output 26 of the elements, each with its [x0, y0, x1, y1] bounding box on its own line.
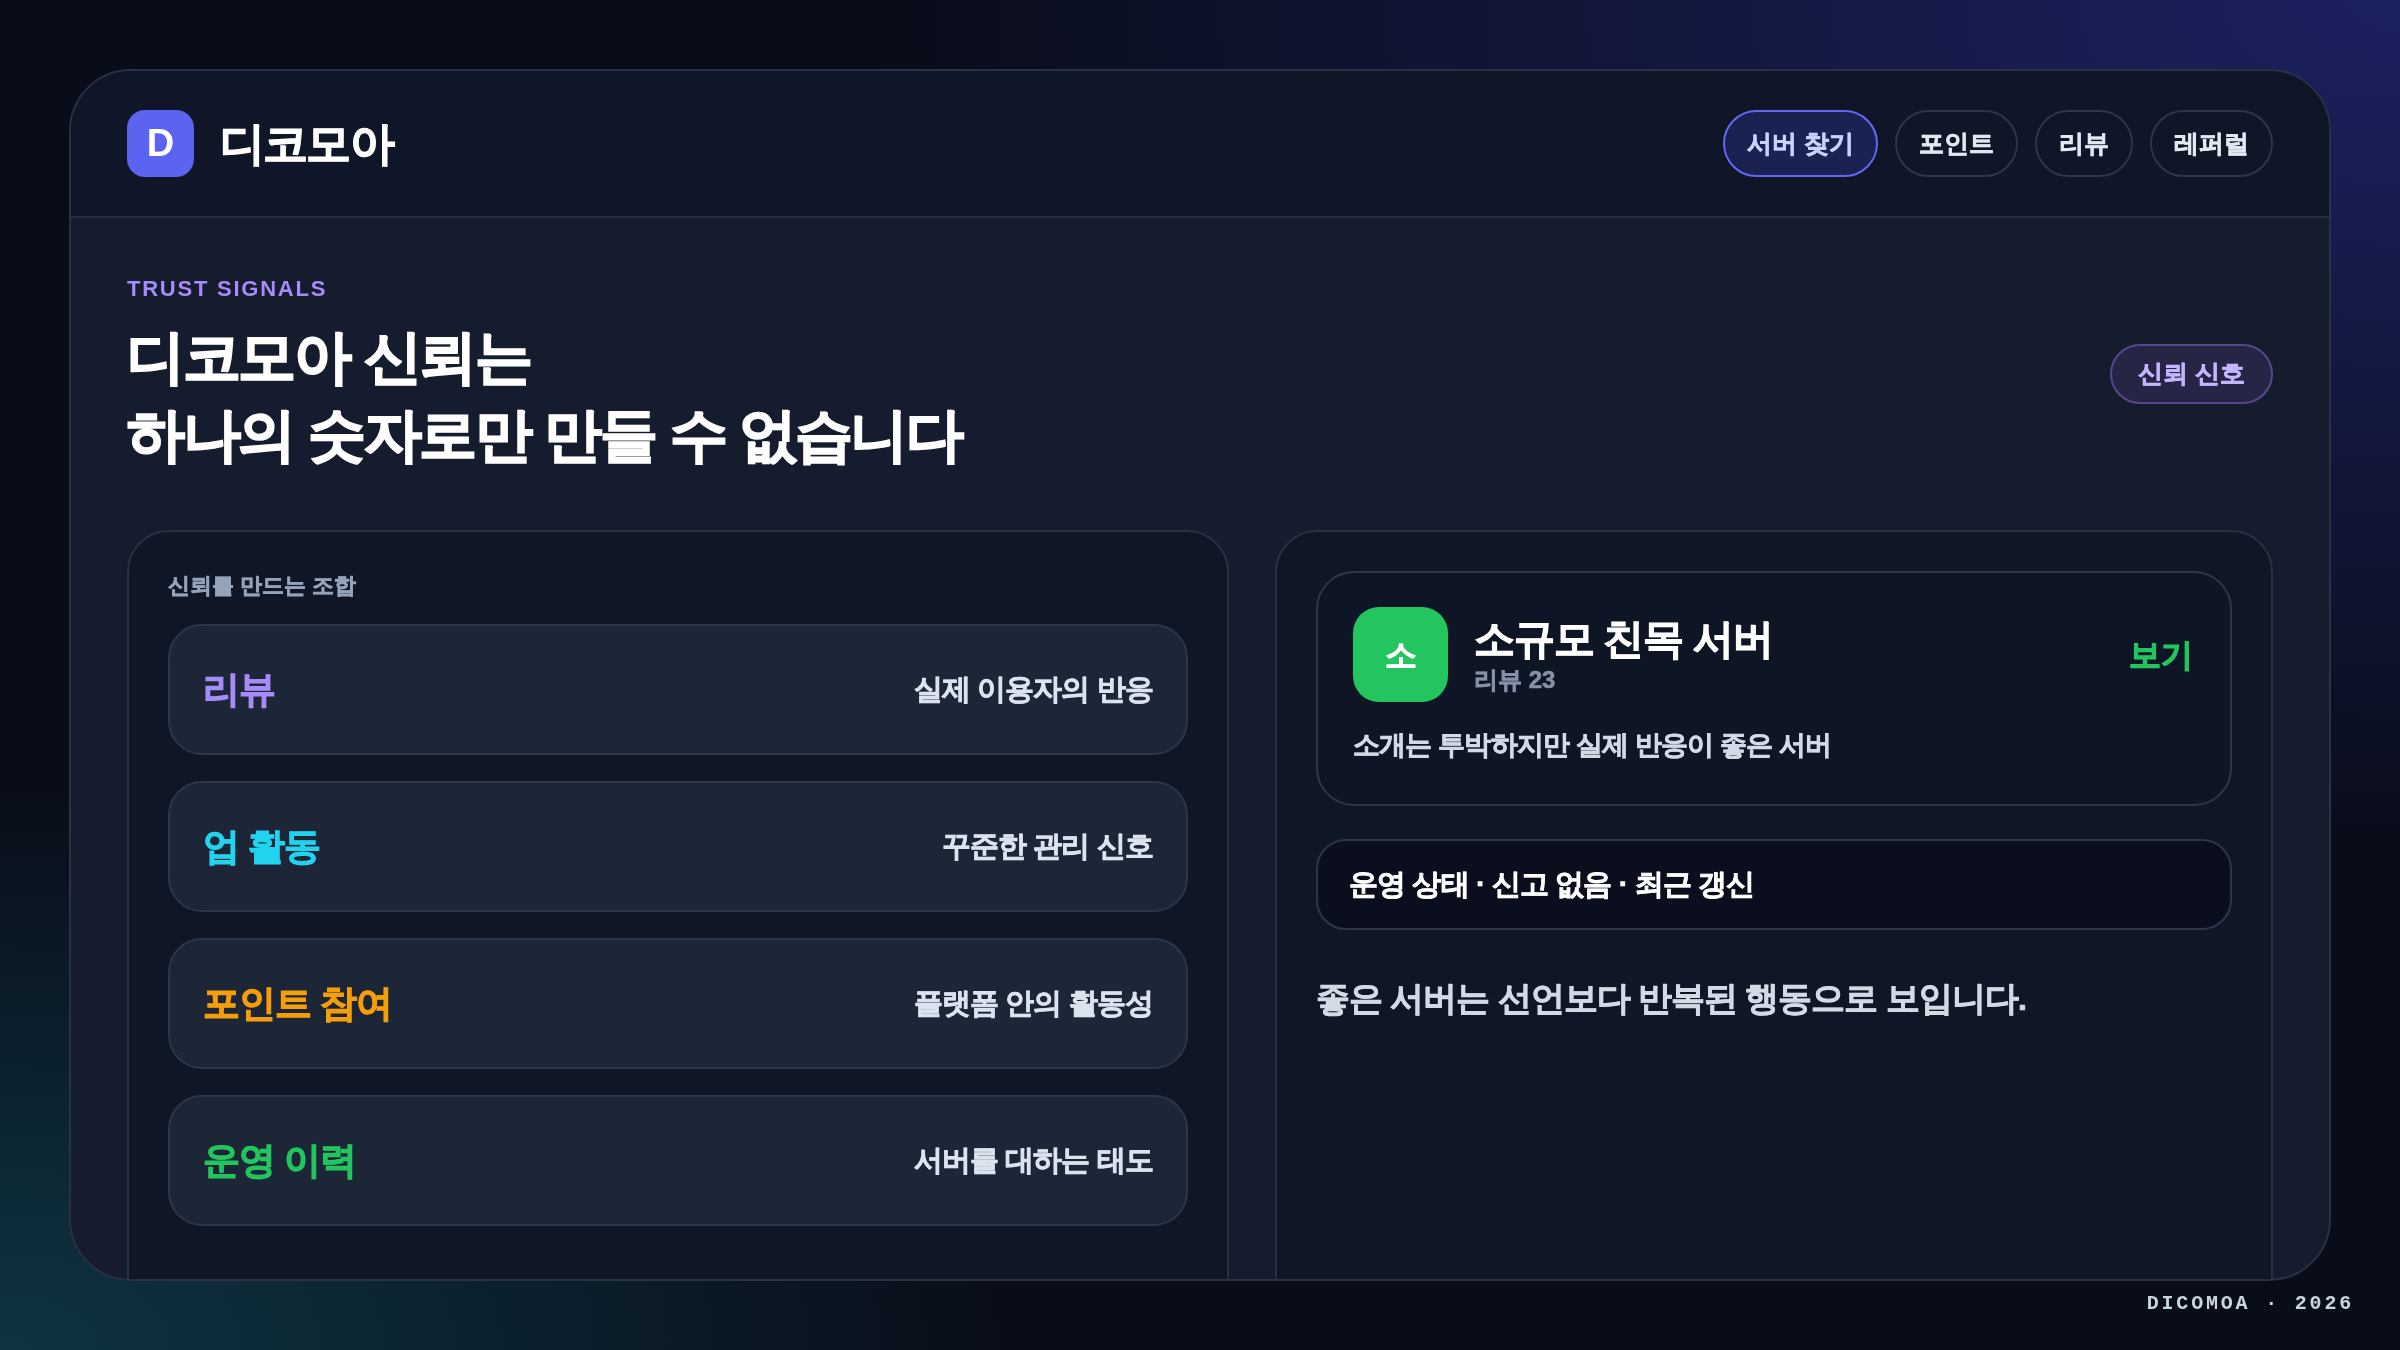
signal-description: 실제 이용자의 반응	[913, 671, 1153, 707]
status-text: 운영 상태 · 신고 없음 · 최근 갱신	[1349, 866, 1755, 902]
server-avatar: 소	[1353, 607, 1448, 702]
signal-label: 업 활동	[203, 824, 320, 869]
nav-tab[interactable]: 레퍼럴	[2150, 110, 2273, 177]
section-tag: 신뢰 신호	[2110, 344, 2273, 404]
nav-tab[interactable]: 포인트	[1895, 110, 2018, 177]
nav-tab[interactable]: 서버 찾기	[1723, 110, 1878, 177]
view-link[interactable]: 보기	[2129, 630, 2193, 679]
note-text: 좋은 서버는 선언보다 반복된 행동으로 보입니다.	[1316, 978, 2028, 1019]
signal-description: 꾸준한 관리 신호	[941, 828, 1153, 864]
eyebrow-label: TRUST SIGNALS	[127, 275, 329, 303]
footer-text: DICOMOA · 2026	[2146, 1291, 2354, 1317]
server-description: 소개는 투박하지만 실제 반응이 좋은 서버	[1353, 729, 1833, 762]
signal-label: 운영 이력	[203, 1138, 356, 1183]
logo-mark[interactable]: D	[127, 110, 194, 177]
signal-description: 서버를 대하는 태도	[913, 1142, 1153, 1178]
signal-label: 포인트 참여	[203, 981, 392, 1026]
panel-heading: 신뢰를 만드는 조합	[168, 572, 358, 600]
review-count: 리뷰 23	[1474, 664, 1556, 695]
brand-name: 디코모아	[220, 116, 393, 171]
nav-tab[interactable]: 리뷰	[2035, 110, 2133, 177]
signal-description: 플랫폼 안의 활동성	[913, 985, 1153, 1021]
signal-label: 리뷰	[203, 667, 275, 712]
server-name: 소규모 친목 서버	[1474, 614, 1773, 664]
hero-title: 디코모아 신뢰는 하나의 숫자로만 만들 수 없습니다	[127, 323, 962, 469]
